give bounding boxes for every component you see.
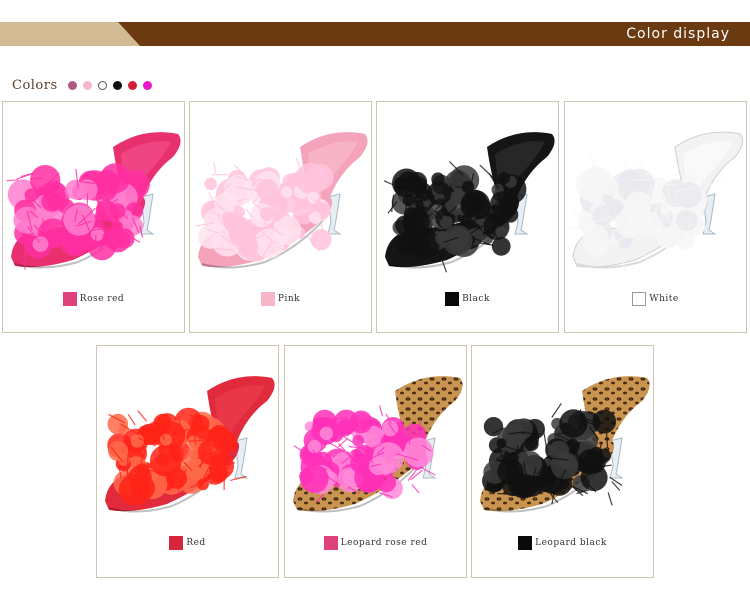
dot-magenta [142, 80, 152, 90]
product-label: Red [186, 538, 206, 548]
product-caption: Black [377, 292, 558, 306]
product-caption: White [565, 292, 746, 306]
dot-mauve [67, 80, 77, 90]
product-card-red[interactable]: Red [96, 345, 279, 578]
color-dots [67, 80, 158, 90]
color-swatch [323, 536, 338, 550]
slipper-image [105, 376, 275, 513]
dot-black [112, 80, 122, 90]
product-caption: Leopard black [472, 536, 653, 550]
dot-pink [82, 80, 92, 90]
slipper-image [195, 132, 368, 269]
slipper-image [565, 131, 744, 274]
product-card-leopard-black[interactable]: Leopard black [471, 345, 654, 578]
slipper-image [480, 376, 650, 513]
color-swatch [169, 536, 184, 550]
product-caption: Red [97, 536, 278, 550]
product-card-rose-red[interactable]: Rose red [2, 101, 185, 333]
product-label: Leopard rose red [340, 538, 428, 548]
color-swatch [445, 292, 460, 306]
color-swatch [260, 292, 275, 306]
product-label: White [649, 294, 679, 304]
slipper-image [6, 132, 181, 270]
product-card-black[interactable]: Black [376, 101, 559, 333]
page-title: Color display [626, 26, 730, 42]
product-card-pink[interactable]: Pink [189, 101, 372, 333]
product-label: Pink [277, 294, 301, 304]
colors-label: Colors [12, 77, 58, 93]
product-card-leopard-rose-red[interactable]: Leopard rose red [284, 345, 467, 578]
slipper-image [293, 376, 463, 513]
product-caption: Pink [190, 292, 371, 306]
product-caption: Leopard rose red [285, 536, 466, 550]
product-label: Rose red [79, 294, 125, 304]
color-swatch [518, 536, 533, 550]
product-label: Black [462, 294, 490, 304]
dot-red [127, 80, 137, 90]
product-card-white[interactable]: White [564, 101, 747, 333]
slipper-image [383, 132, 555, 273]
color-swatch [632, 292, 647, 306]
dot-white [97, 80, 107, 90]
colors-legend: Colors [12, 76, 158, 94]
product-caption: Rose red [3, 292, 184, 306]
color-swatch [62, 292, 77, 306]
product-label: Leopard black [535, 538, 607, 548]
